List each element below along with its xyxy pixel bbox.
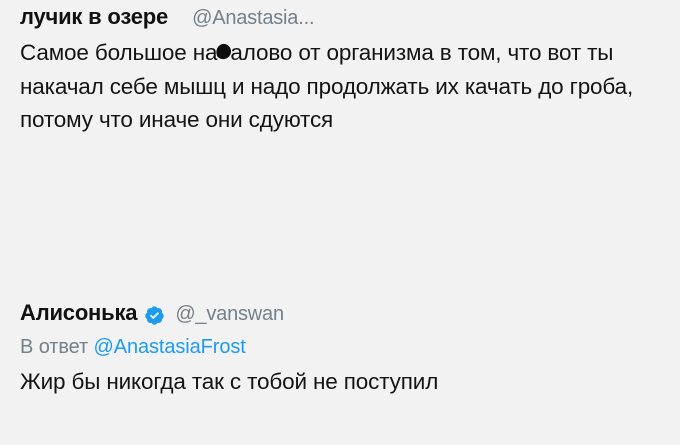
author-display-name[interactable]: лучик в озере <box>20 4 168 30</box>
tweet-header: лучик в озере @Anastasia... <box>20 4 666 30</box>
reply-author-display-name[interactable]: Алисонька <box>20 300 138 326</box>
reply-prefix: В ответ <box>20 336 89 358</box>
reply-tweet-text: Жир бы никогда так с тобой не поступил <box>20 369 439 394</box>
author-handle[interactable]: @Anastasia... <box>192 7 314 30</box>
verified-badge-icon <box>144 305 165 326</box>
reply-header: Алисонька @_vanswan <box>20 300 666 326</box>
reply-author-handle[interactable]: @_vanswan <box>175 303 284 326</box>
reply-tweet: Алисонька @_vanswan В ответ @AnastasiaFr… <box>20 300 666 399</box>
reply-to-handle-link[interactable]: @AnastasiaFrost <box>94 336 246 358</box>
reply-context: В ответ @AnastasiaFrost <box>20 336 666 359</box>
tweet-text-part-1: Самое большое на <box>20 40 218 65</box>
tweet-text: Самое большое на алово от организма в том… <box>20 36 666 137</box>
original-tweet: лучик в озере @Anastasia... Самое большо… <box>20 4 666 137</box>
